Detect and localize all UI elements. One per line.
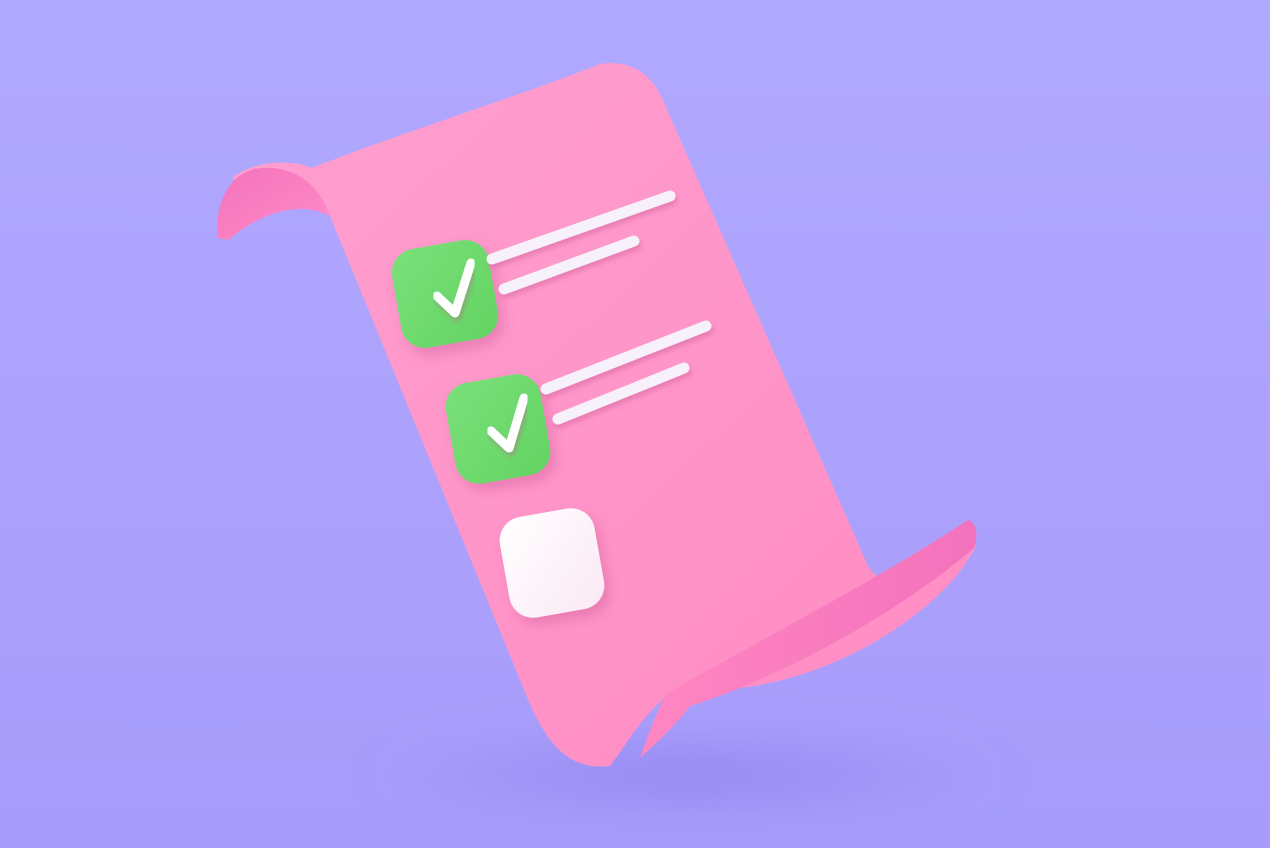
checklist-item bbox=[499, 508, 605, 618]
unchecked-checkbox bbox=[499, 508, 605, 618]
checked-checkbox bbox=[391, 240, 499, 348]
floor-shadow bbox=[360, 733, 1020, 817]
checked-checkbox bbox=[445, 374, 551, 484]
checklist-illustration bbox=[0, 0, 1270, 848]
